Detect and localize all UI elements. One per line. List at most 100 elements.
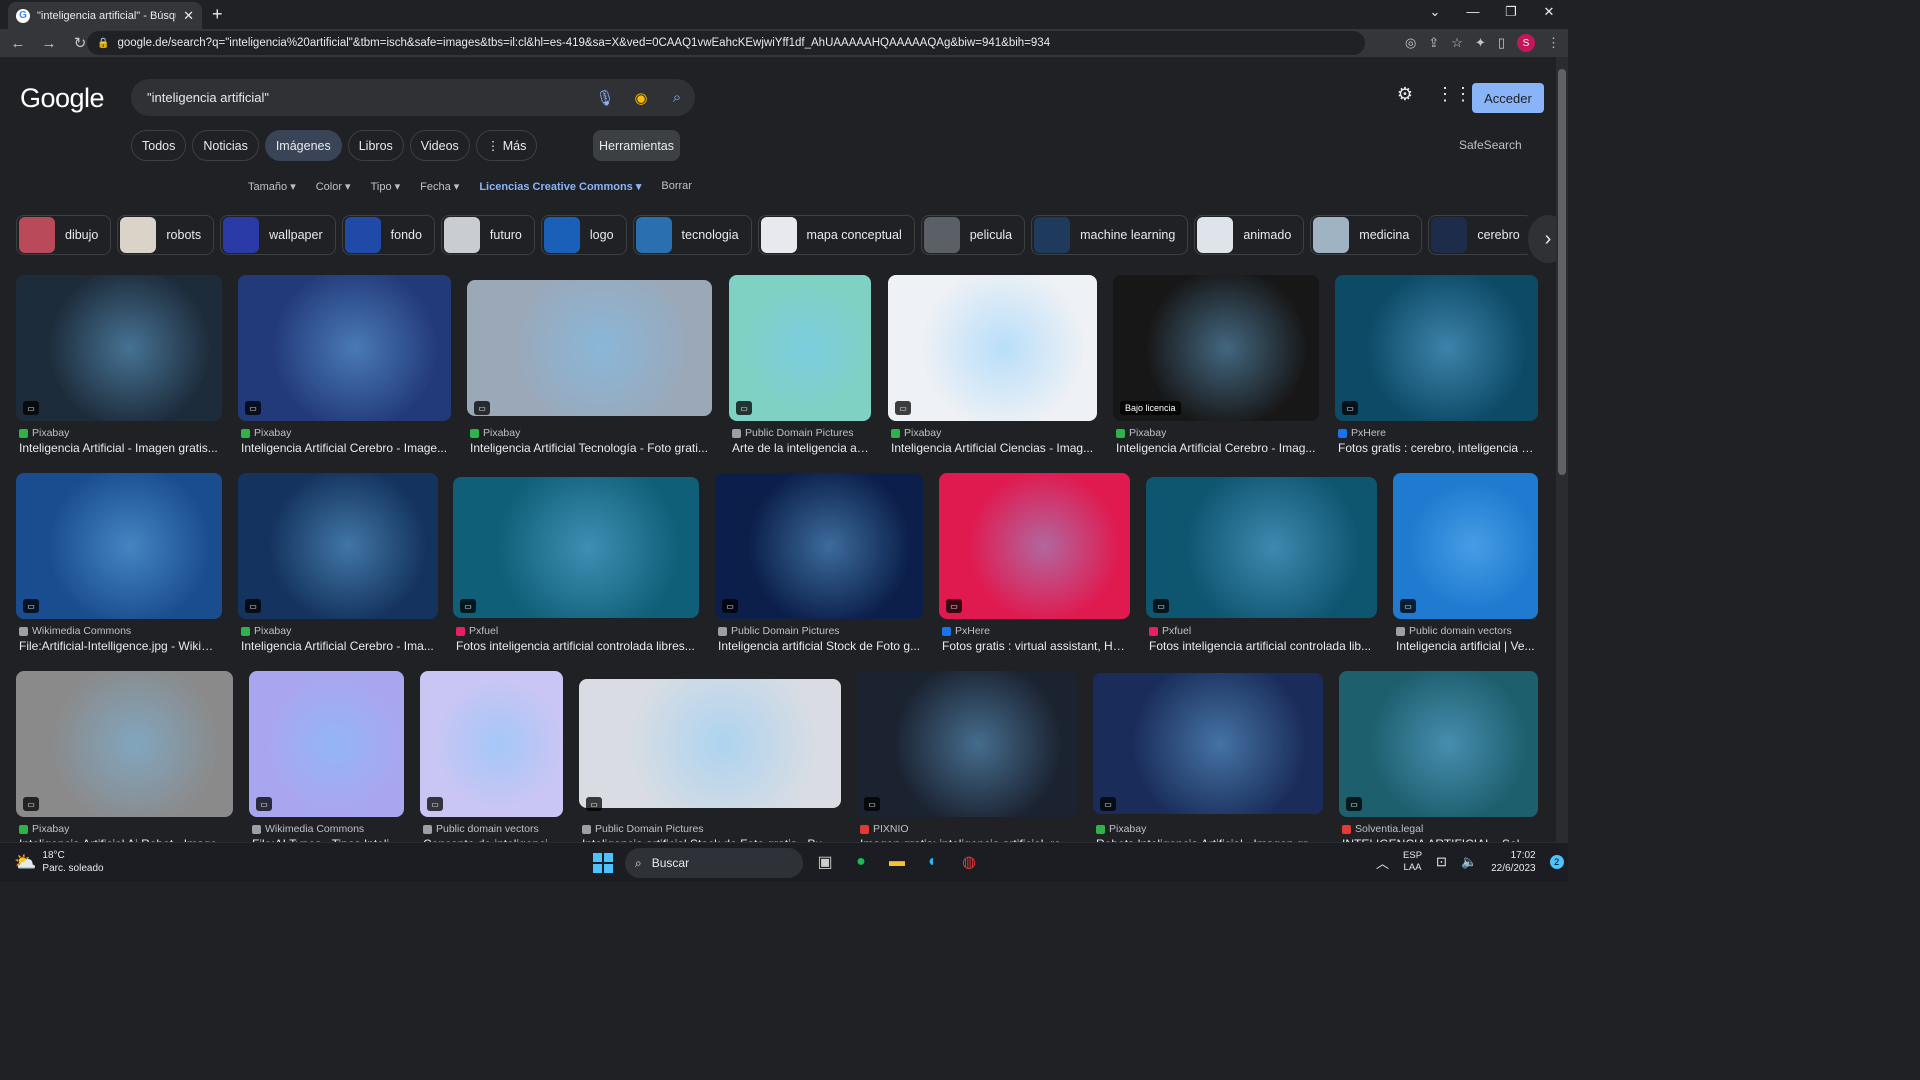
language-indicator[interactable]: ESP LAA	[1403, 850, 1422, 874]
result-thumbnail[interactable]	[857, 671, 1077, 817]
result-thumbnail[interactable]	[579, 679, 841, 808]
tab-mas[interactable]: ⋮ Más	[475, 130, 538, 161]
taskbar-search[interactable]: ⌕ Buscar	[625, 848, 803, 878]
result-title[interactable]: Fotos gratis : virtual assistant, Ho...	[942, 639, 1129, 653]
result-source[interactable]: Wikimedia Commons	[19, 625, 131, 637]
image-result-card[interactable]: ▭ Public Domain Pictures Arte de la inteli…	[729, 275, 871, 455]
result-source[interactable]: Pixabay	[1096, 823, 1146, 835]
related-chip[interactable]: wallpaper	[220, 215, 336, 255]
result-source[interactable]: Public Domain Pictures	[718, 625, 840, 637]
image-result-card[interactable]: ▭Wikimedia CommonsFile:AI Types - Tipos …	[249, 671, 404, 851]
related-chip[interactable]: logo	[540, 215, 627, 255]
result-title[interactable]: Inteligencia Artificial Tecnología - Fot…	[470, 441, 711, 455]
image-result-card[interactable]: Bajo licencia Pixabay Inteligencia Artific…	[1113, 275, 1319, 455]
windows-start-icon[interactable]	[593, 853, 613, 873]
filter-license[interactable]: Licencias Creative Commons ▾	[479, 180, 641, 193]
result-source[interactable]: Wikimedia Commons	[252, 823, 364, 835]
tab-search-icon[interactable]: ⌄	[1416, 0, 1454, 26]
image-result-card[interactable]: ▭ Pxfuel Fotos inteligencia artificial con…	[453, 477, 699, 657]
filter-size[interactable]: Tamaño ▾	[248, 180, 296, 193]
sign-in-button[interactable]: Acceder	[1472, 83, 1544, 113]
result-title[interactable]: File:Artificial-Intelligence.jpg - Wikim…	[19, 639, 221, 653]
image-result-card[interactable]: ▭ Public Domain Pictures Inteligencia arti…	[715, 473, 923, 653]
browser-tab[interactable]: G "inteligencia artificial" - Búsqueda ✕	[8, 2, 202, 29]
image-result-card[interactable]: ▭ Pixabay Inteligencia Artificial Cerebro …	[238, 275, 451, 455]
result-thumbnail[interactable]	[467, 280, 712, 416]
result-source[interactable]: Public domain vectors	[423, 823, 539, 835]
image-result-card[interactable]: ▭Public domain vectorsConcepto de inteli…	[420, 671, 563, 851]
result-title[interactable]: Inteligencia Artificial - Imagen gratis.…	[19, 441, 221, 455]
related-chip[interactable]: futuro	[440, 215, 535, 255]
image-result-card[interactable]: ▭ PxHere Fotos gratis : virtual assistant,…	[939, 473, 1130, 653]
image-result-card[interactable]: ▭ Pixabay Inteligencia Artificial Ciencias…	[888, 275, 1097, 455]
scrollbar[interactable]	[1556, 57, 1568, 842]
result-source[interactable]: Pixabay	[19, 823, 69, 835]
new-tab-button[interactable]: +	[212, 4, 223, 25]
result-thumbnail[interactable]	[1393, 473, 1538, 619]
address-bar[interactable]: 🔒 google.de/search?q="inteligencia%20art…	[87, 31, 1365, 55]
result-thumbnail[interactable]	[1093, 673, 1323, 814]
clock[interactable]: 17:02 22/6/2023	[1491, 849, 1536, 875]
chrome-icon[interactable]: ◍	[956, 849, 982, 875]
google-logo[interactable]: Google	[20, 83, 105, 114]
extensions-icon[interactable]: ✦	[1475, 35, 1486, 51]
result-thumbnail[interactable]	[16, 473, 222, 619]
result-title[interactable]: Arte de la inteligencia ar...	[732, 441, 870, 455]
search-box[interactable]: "inteligencia artificial" 🎙 ◉ ⌕	[131, 79, 695, 116]
result-title[interactable]: Fotos inteligencia artificial controlada…	[456, 639, 698, 653]
image-result-card[interactable]: ▭Solventia.legalINTELIGENCIA ARTIFICIAL …	[1339, 671, 1538, 851]
result-source[interactable]: Pixabay	[891, 427, 941, 439]
related-chip[interactable]: dibujo	[16, 215, 112, 255]
weather-widget[interactable]: ⛅ 18°C Parc. soleado	[14, 849, 104, 875]
scrollbar-thumb[interactable]	[1558, 69, 1566, 475]
share-icon[interactable]: ⇪	[1428, 35, 1439, 51]
tab-libros[interactable]: Libros	[347, 130, 404, 161]
restore-button[interactable]: ❐	[1492, 0, 1530, 26]
result-title[interactable]: Fotos inteligencia artificial controlada…	[1149, 639, 1376, 653]
menu-kebab-icon[interactable]: ⋮	[1547, 35, 1560, 51]
result-thumbnail[interactable]	[16, 275, 222, 421]
side-panel-icon[interactable]: ▯	[1498, 35, 1505, 51]
result-thumbnail[interactable]	[1146, 477, 1377, 618]
result-thumbnail[interactable]	[715, 473, 923, 619]
tab-videos[interactable]: Videos	[409, 130, 470, 161]
result-source[interactable]: Public domain vectors	[1396, 625, 1512, 637]
forward-icon[interactable]: →	[36, 35, 62, 52]
chevron-up-icon[interactable]: ︿	[1376, 853, 1389, 872]
result-thumbnail[interactable]	[249, 671, 404, 817]
result-thumbnail[interactable]	[1335, 275, 1538, 421]
result-thumbnail[interactable]	[453, 477, 699, 618]
file-explorer-icon[interactable]: ▬	[884, 849, 910, 875]
related-chip[interactable]: medicina	[1310, 215, 1423, 255]
minimize-button[interactable]: —	[1454, 0, 1492, 26]
result-source[interactable]: PxHere	[1338, 427, 1386, 439]
tab-imagenes[interactable]: Imágenes	[264, 130, 342, 161]
lock-icon[interactable]: 🔒	[97, 38, 109, 49]
tab-todos[interactable]: Todos	[131, 130, 187, 161]
image-result-card[interactable]: ▭PixabayRobots Inteligencia Artificial -…	[1093, 673, 1323, 853]
related-chip[interactable]: fondo	[341, 215, 435, 255]
result-thumbnail[interactable]	[1339, 671, 1538, 817]
back-icon[interactable]: ←	[5, 35, 31, 52]
related-chip[interactable]: robots	[117, 215, 215, 255]
result-title[interactable]: Inteligencia Artificial Cerebro - Ima...	[241, 639, 437, 653]
result-source[interactable]: Pixabay	[470, 427, 520, 439]
result-thumbnail[interactable]	[16, 671, 233, 817]
tools-button[interactable]: Herramientas	[593, 130, 680, 161]
image-result-card[interactable]: ▭ Pxfuel Fotos inteligencia artificial con…	[1146, 477, 1377, 657]
result-title[interactable]: Inteligencia Artificial Ciencias - Imag.…	[891, 441, 1096, 455]
result-source[interactable]: PIXNIO	[860, 823, 909, 835]
result-source[interactable]: PxHere	[942, 625, 990, 637]
result-title[interactable]: Fotos gratis : cerebro, inteligencia a..…	[1338, 441, 1537, 455]
image-result-card[interactable]: ▭ Pixabay Inteligencia Artificial - Imagen…	[16, 275, 222, 455]
bookmark-star-icon[interactable]: ☆	[1451, 35, 1463, 51]
edge-icon[interactable]: ◐	[920, 849, 946, 875]
filter-clear[interactable]: Borrar	[661, 180, 692, 193]
url-text[interactable]: google.de/search?q="inteligencia%20artif…	[117, 37, 1050, 49]
result-source[interactable]: Pxfuel	[1149, 625, 1191, 637]
related-chip[interactable]: tecnologia	[632, 215, 752, 255]
image-result-card[interactable]: ▭ Public domain vectors Inteligencia artif…	[1393, 473, 1538, 653]
spotify-icon[interactable]: ●	[848, 849, 874, 875]
result-title[interactable]: Inteligencia artificial | Ve...	[1396, 639, 1537, 653]
volume-icon[interactable]: 🔈	[1461, 854, 1477, 870]
